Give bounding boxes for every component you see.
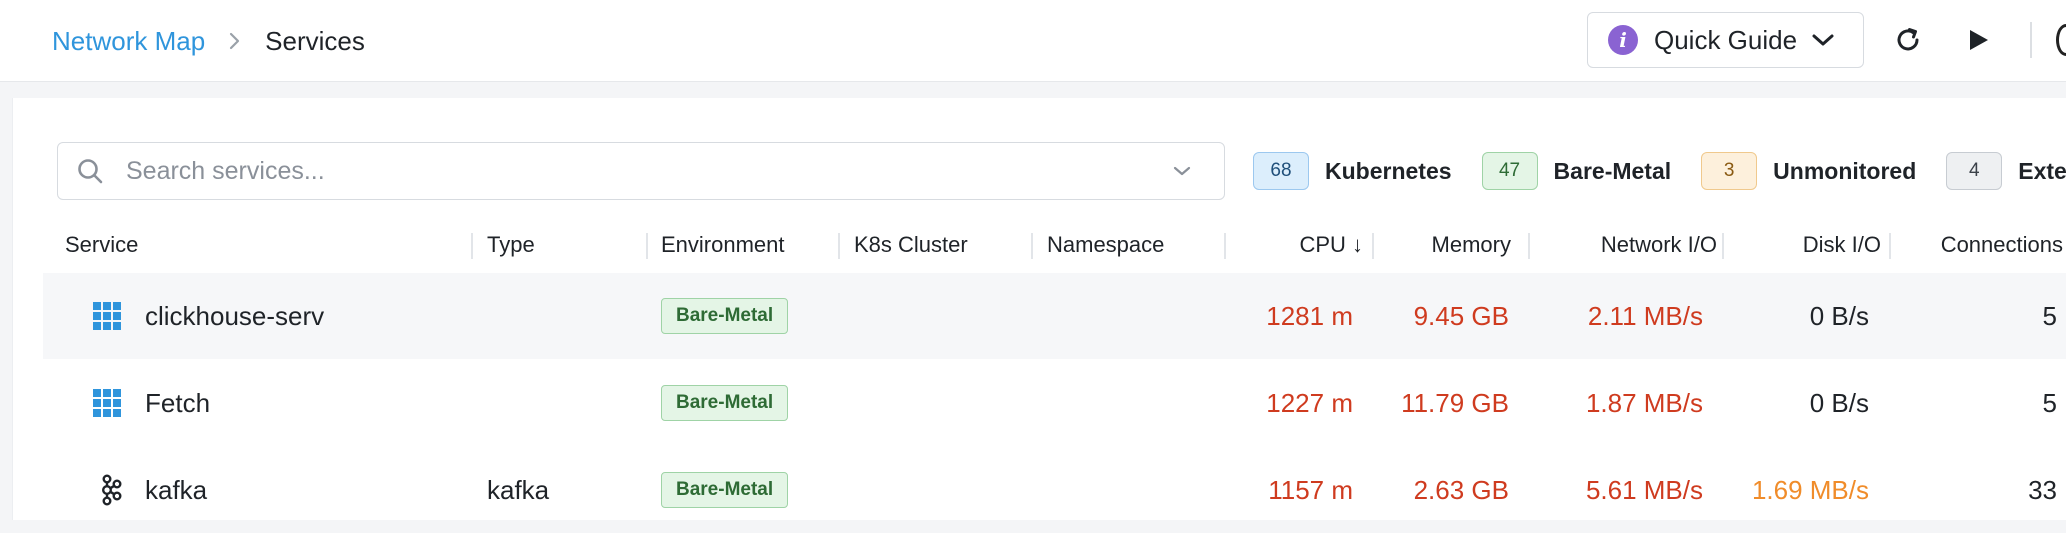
column-resize-handle[interactable] [1031,233,1033,259]
environment-filter-chips: 68 Kubernetes 47 Bare-Metal 3 Unmonitore… [1253,152,2066,190]
services-panel: 68 Kubernetes 47 Bare-Metal 3 Unmonitore… [12,98,2066,520]
cell-memory: 9.45 GB [1413,300,1509,331]
table-row[interactable]: clickhouse-serv Bare-Metal 1281 m 9.45 G… [43,273,2066,359]
quick-guide-label: Quick Guide [1654,24,1798,55]
breadcrumb: Network Map Services [52,0,365,82]
refresh-icon [1897,28,1919,51]
search-box [57,142,1225,200]
grid-icon [93,302,121,330]
chip-bare-metal[interactable]: 47 Bare-Metal [1481,152,1672,190]
settings-icon[interactable] [2056,24,2066,56]
cell-cpu: 1281 m [1266,300,1353,331]
chevron-down-icon [1811,27,1837,53]
chip-count: 68 [1253,152,1309,190]
column-resize-handle[interactable] [1722,233,1724,259]
search-icon [76,156,106,186]
play-icon [1970,30,1988,50]
cell-disk-io: 0 B/s [1809,300,1869,331]
top-bar: Network Map Services i Quick Guide [0,0,2066,82]
search-dropdown-chevron-icon[interactable] [1172,158,1198,184]
environment-badge: Bare-Metal [661,298,789,334]
column-resize-handle[interactable] [646,233,648,259]
col-header-memory[interactable]: Memory [1381,223,1511,267]
cell-network-io: 2.11 MB/s [1587,300,1703,331]
cell-network-io: 5.61 MB/s [1585,474,1703,505]
col-header-environment[interactable]: Environment [661,223,785,267]
cell-environment: Bare-Metal [661,273,789,359]
col-header-k8s-cluster[interactable]: K8s Cluster [854,223,968,267]
cell-type: kafka [487,474,550,505]
column-resize-handle[interactable] [1889,233,1891,259]
chip-label: External [2018,157,2066,184]
cell-memory: 2.63 GB [1413,474,1509,505]
breadcrumb-network-map[interactable]: Network Map [52,26,205,57]
kafka-icon [101,474,122,506]
play-button[interactable] [1958,20,1998,60]
cell-cpu: 1227 m [1266,387,1353,418]
chip-kubernetes[interactable]: 68 Kubernetes [1253,152,1452,190]
page-title: Services [265,25,365,56]
column-resize-handle[interactable] [1224,233,1226,259]
table-row[interactable]: Fetch Bare-Metal 1227 m 11.79 GB 1.87 MB… [43,360,2066,446]
cell-network-io: 1.87 MB/s [1585,387,1703,418]
col-header-disk-io[interactable]: Disk I/O [1731,223,1881,267]
chip-external[interactable]: 4 External [1946,152,2066,190]
chip-label: Bare-Metal [1553,157,1672,184]
cell-service[interactable]: kafka [145,447,207,533]
cell-service[interactable]: clickhouse-serv [145,273,324,359]
info-icon: i [1608,25,1638,55]
chip-count: 3 [1701,152,1758,190]
column-resize-handle[interactable] [838,233,840,259]
col-header-service[interactable]: Service [65,223,138,267]
search-input[interactable] [124,155,1172,187]
cell-service[interactable]: Fetch [145,360,210,446]
col-header-connections[interactable]: Connections [1893,223,2063,267]
chip-label: Kubernetes [1325,157,1452,184]
col-header-network-io[interactable]: Network I/O [1537,223,1717,267]
column-resize-handle[interactable] [1372,233,1374,259]
col-header-namespace[interactable]: Namespace [1047,223,1164,267]
chevron-right-icon [221,27,249,55]
table-row[interactable]: kafka kafka Bare-Metal 1157 m 2.63 GB 5.… [43,447,2066,533]
cell-disk-io: 1.69 MB/s [1751,474,1869,505]
chip-label: Unmonitored [1773,157,1917,184]
environment-badge: Bare-Metal [661,472,789,508]
chip-unmonitored[interactable]: 3 Unmonitored [1701,152,1916,190]
table-header: Service Type Environment K8s Cluster Nam… [13,223,2066,267]
cell-environment: Bare-Metal [661,360,789,446]
environment-badge: Bare-Metal [661,385,789,421]
chip-count: 4 [1946,152,2003,190]
column-resize-handle[interactable] [1528,233,1530,259]
cell-memory: 11.79 GB [1401,387,1509,418]
cell-disk-io: 0 B/s [1809,387,1869,418]
cell-environment: Bare-Metal [661,447,789,533]
refresh-button[interactable] [1888,20,1928,60]
grid-icon [93,389,121,417]
header-divider [2030,22,2032,58]
col-header-type[interactable]: Type [487,223,535,267]
cell-connections: 5 [2042,300,2057,331]
chip-count: 47 [1481,152,1538,190]
col-header-cpu[interactable]: CPU ↓ [1233,223,1363,267]
quick-guide-button[interactable]: i Quick Guide [1587,12,1864,68]
cell-connections: 33 [2028,474,2057,505]
cell-cpu: 1157 m [1268,474,1353,505]
column-resize-handle[interactable] [471,233,473,259]
cell-connections: 5 [2042,387,2057,418]
